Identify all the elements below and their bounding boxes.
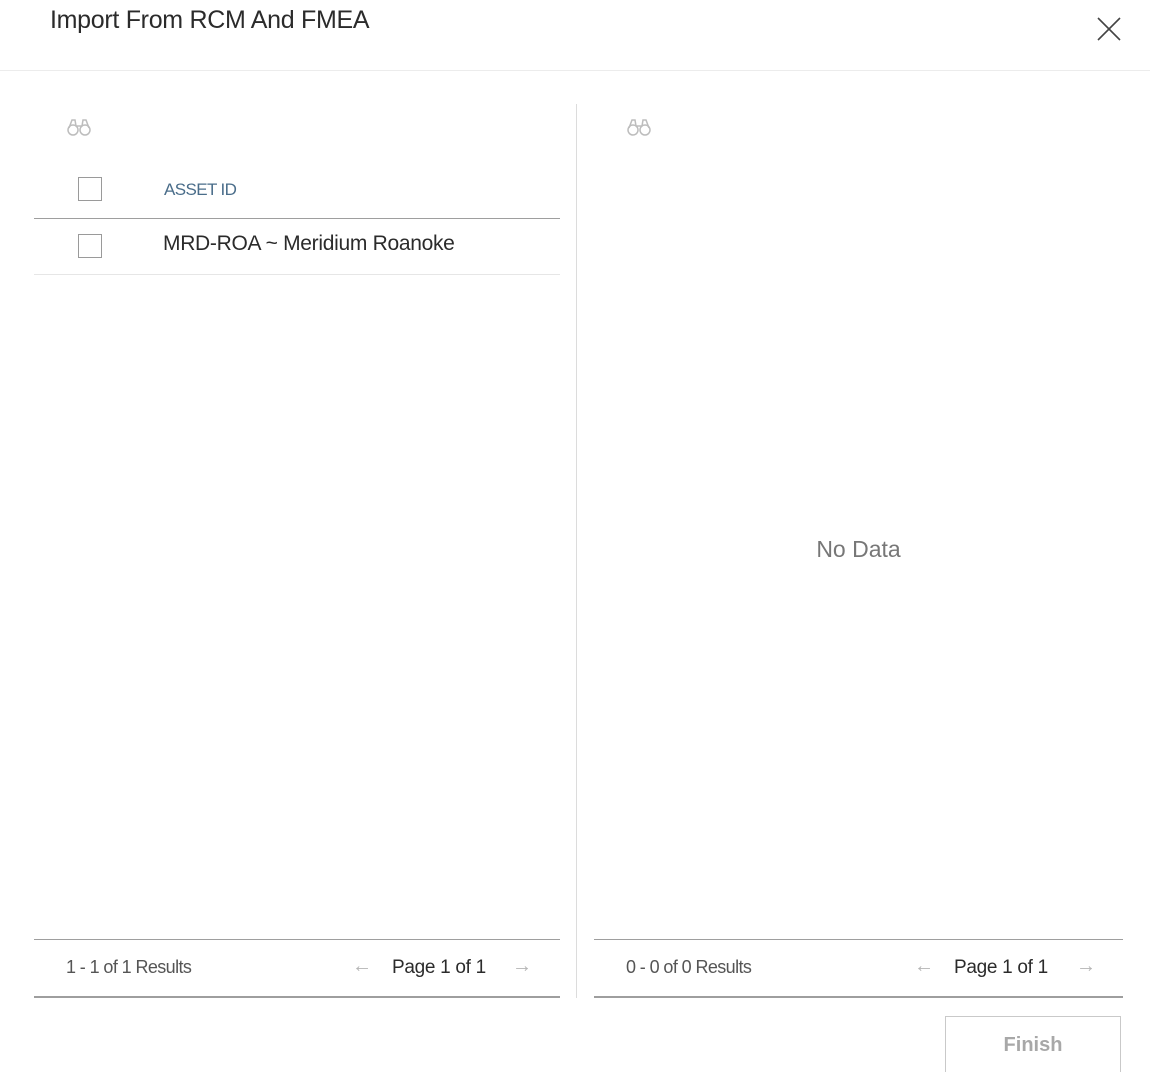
asset-id-cell: MRD-ROA ~ Meridium Roanoke xyxy=(163,232,455,255)
arrow-right-icon[interactable]: → xyxy=(1076,955,1096,978)
import-dialog: Import From RCM And FMEA ASSET ID MRD-RO… xyxy=(0,0,1150,1072)
finish-button[interactable]: Finish xyxy=(945,1016,1121,1072)
arrow-left-icon[interactable]: ← xyxy=(914,955,934,978)
results-count: 1 - 1 of 1 Results xyxy=(66,957,192,977)
results-count: 0 - 0 of 0 Results xyxy=(626,957,752,977)
binoculars-icon[interactable] xyxy=(66,116,92,138)
arrow-right-icon[interactable]: → xyxy=(512,955,532,978)
dialog-header: Import From RCM And FMEA xyxy=(0,0,1150,71)
binoculars-icon[interactable] xyxy=(626,116,652,138)
column-header-asset-id[interactable]: ASSET ID xyxy=(164,180,237,200)
right-pagination-footer: 0 - 0 of 0 Results ← Page 1 of 1 → xyxy=(594,939,1123,998)
page-indicator: Page 1 of 1 xyxy=(392,957,486,978)
dialog-title: Import From RCM And FMEA xyxy=(50,6,370,34)
row-checkbox[interactable] xyxy=(78,234,102,258)
panel-divider xyxy=(576,104,577,998)
left-panel: ASSET ID MRD-ROA ~ Meridium Roanoke 1 - … xyxy=(34,104,560,998)
pager: ← Page 1 of 1 → xyxy=(352,955,542,979)
select-all-checkbox[interactable] xyxy=(78,177,102,201)
left-pagination-footer: 1 - 1 of 1 Results ← Page 1 of 1 → xyxy=(34,939,560,998)
right-panel: No Data 0 - 0 of 0 Results ← Page 1 of 1… xyxy=(594,104,1123,998)
pager: ← Page 1 of 1 → xyxy=(914,955,1104,979)
arrow-left-icon[interactable]: ← xyxy=(352,955,372,978)
page-indicator: Page 1 of 1 xyxy=(954,957,1048,978)
empty-state-text: No Data xyxy=(816,536,901,562)
close-icon[interactable] xyxy=(1096,16,1122,42)
table-row[interactable]: MRD-ROA ~ Meridium Roanoke xyxy=(34,219,560,275)
grid-header: ASSET ID xyxy=(34,164,560,219)
